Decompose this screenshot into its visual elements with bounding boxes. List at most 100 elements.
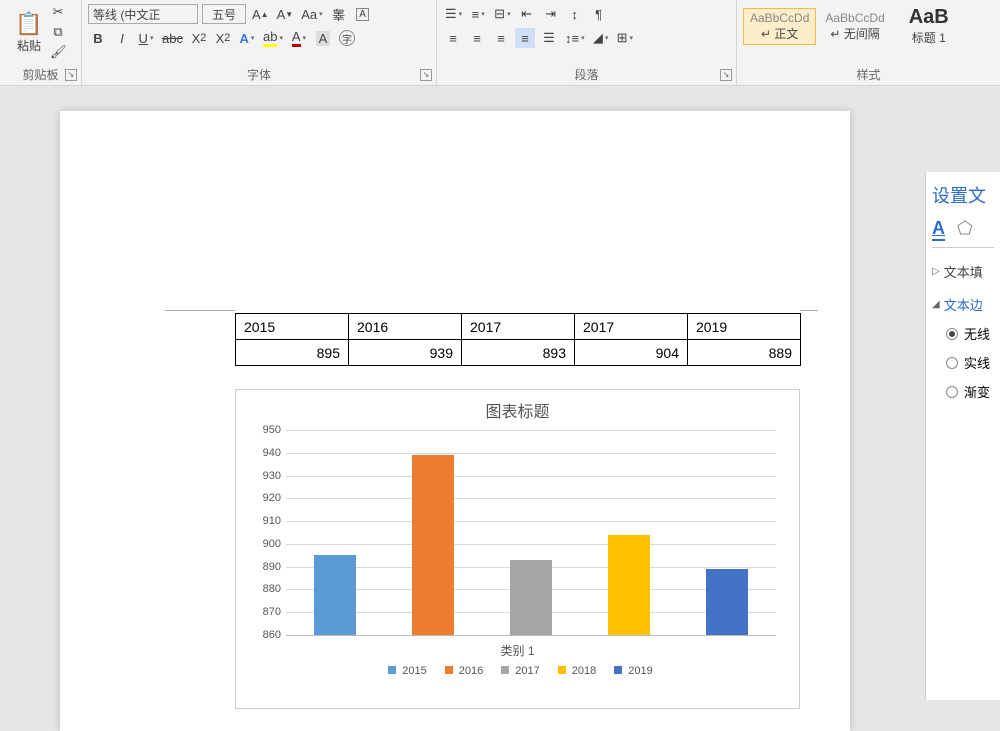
table-cell[interactable]: 2017 <box>575 314 688 340</box>
section-text-fill[interactable]: ▷文本填 <box>932 262 994 281</box>
legend-item[interactable]: 2019 <box>608 665 652 677</box>
line-spacing-button[interactable]: ↕≡▾ <box>563 28 587 48</box>
chart-title[interactable]: 图表标题 <box>236 398 799 422</box>
section-text-outline[interactable]: ◢文本边 <box>932 295 994 314</box>
paragraph-launcher[interactable]: ↘ <box>720 69 732 81</box>
subscript-button[interactable]: X2 <box>189 28 209 48</box>
style-nospacing[interactable]: AaBbCcDd ↵ 无间隔 <box>818 8 891 45</box>
show-marks-button[interactable]: ¶ <box>589 4 609 24</box>
clipboard-launcher[interactable]: ↘ <box>65 69 77 81</box>
copy-icon: ⧉ <box>53 24 62 40</box>
enclose-char-button[interactable]: 字 <box>337 28 357 48</box>
table-cell[interactable]: 2015 <box>236 314 349 340</box>
y-tick-label: 870 <box>241 606 281 618</box>
style-normal[interactable]: AaBbCcDd ↵ 正文 <box>743 8 816 45</box>
char-shading-button[interactable]: A <box>313 28 333 48</box>
shading-button[interactable]: ◢▾ <box>591 28 611 48</box>
chart-bar[interactable] <box>510 560 552 635</box>
pentagon-icon: ⬠ <box>957 218 973 238</box>
grow-font-button[interactable]: A▲ <box>250 4 271 24</box>
superscript-button[interactable]: X2 <box>213 28 233 48</box>
decrease-indent-button[interactable]: ⇤ <box>517 4 537 24</box>
legend-item[interactable]: 2018 <box>552 665 596 677</box>
option-gradient-line[interactable]: 渐变 <box>932 382 994 401</box>
group-label: 字体 <box>82 66 436 83</box>
italic-button[interactable]: I <box>112 28 132 48</box>
multilevel-button[interactable]: ⊟▾ <box>492 4 512 24</box>
align-left-button[interactable]: ≡ <box>443 28 463 48</box>
bullets-button[interactable]: ☰▾ <box>443 4 464 24</box>
chart-object[interactable]: 图表标题 860870880890900910920930940950 类别 1… <box>235 389 800 709</box>
table-cell[interactable]: 895 <box>236 340 349 366</box>
legend-item[interactable]: 2015 <box>382 665 426 677</box>
increase-indent-button[interactable]: ⇥ <box>541 4 561 24</box>
align-center-button[interactable]: ≡ <box>467 28 487 48</box>
table-cell[interactable]: 2017 <box>462 314 575 340</box>
format-pane: 设置文 A ⬠ ▷文本填 ◢文本边 无线 实线 渐变 <box>925 172 1000 700</box>
table-cell[interactable]: 904 <box>575 340 688 366</box>
font-family-combo[interactable]: 等线 (中文正 <box>88 4 198 24</box>
tab-effects[interactable]: ⬠ <box>957 218 973 241</box>
table-cell[interactable]: 893 <box>462 340 575 366</box>
font-color-button[interactable]: A▾ <box>289 28 309 48</box>
y-tick-label: 930 <box>241 470 281 482</box>
numbering-button[interactable]: ≡▾ <box>468 4 488 24</box>
paste-button[interactable]: 📋 粘贴 <box>6 2 52 62</box>
workspace: 2015 2016 2017 2017 2019 895 939 893 904… <box>0 86 1000 700</box>
text-effects-button[interactable]: A▾ <box>237 28 257 48</box>
triangle-down-icon: ◢ <box>932 299 940 310</box>
copy-button[interactable]: ⧉ <box>48 22 68 42</box>
document-page[interactable]: 2015 2016 2017 2017 2019 895 939 893 904… <box>60 111 850 731</box>
underline-button[interactable]: U▾ <box>136 28 156 48</box>
chart-plot-area[interactable]: 860870880890900910920930940950 <box>286 430 776 635</box>
chart-bar[interactable] <box>412 455 454 635</box>
group-paragraph: ☰▾ ≡▾ ⊟▾ ⇤ ⇥ ↕ ¶ ≡ ≡ ≡ ≡ ☰ ↕≡▾ ◢▾ ⊞▾ 段落 … <box>437 0 737 85</box>
sort-button[interactable]: ↕ <box>565 4 585 24</box>
scissors-icon: ✂ <box>53 4 64 20</box>
font-size-combo[interactable]: 五号 <box>202 4 246 24</box>
phonetic-guide-button[interactable]: 睾 <box>329 4 349 24</box>
highlight-button[interactable]: ab▾ <box>261 28 285 48</box>
option-no-line[interactable]: 无线 <box>932 324 994 343</box>
chart-bar[interactable] <box>608 535 650 635</box>
font-launcher[interactable]: ↘ <box>420 69 432 81</box>
table-cell[interactable]: 2019 <box>688 314 801 340</box>
clipboard-side: ✂ ⧉ 🖌 <box>48 2 81 62</box>
align-justify-button[interactable]: ≡ <box>515 28 535 48</box>
table-cell[interactable]: 889 <box>688 340 801 366</box>
tab-text-options[interactable]: A <box>932 218 945 241</box>
format-painter-button[interactable]: 🖌 <box>48 42 69 62</box>
table-cell[interactable]: 2016 <box>349 314 462 340</box>
change-case-button[interactable]: Aa▾ <box>299 4 324 24</box>
cut-button[interactable]: ✂ <box>48 2 68 22</box>
strike-button[interactable]: abc <box>160 28 185 48</box>
paste-label: 粘贴 <box>17 37 41 54</box>
shrink-font-button[interactable]: A▼ <box>275 4 296 24</box>
x-axis-label[interactable]: 类别 1 <box>236 642 799 659</box>
chart-bar[interactable] <box>706 569 748 635</box>
y-tick-label: 920 <box>241 492 281 504</box>
borders-button[interactable]: ⊞▾ <box>615 28 635 48</box>
chart-bar[interactable] <box>314 555 356 635</box>
table-cell[interactable]: 939 <box>349 340 462 366</box>
chart-legend[interactable]: 2015 2016 2017 2018 2019 <box>236 665 799 677</box>
data-table[interactable]: 2015 2016 2017 2017 2019 895 939 893 904… <box>235 313 801 366</box>
table-row: 2015 2016 2017 2017 2019 <box>236 314 801 340</box>
triangle-right-icon: ▷ <box>932 266 940 277</box>
group-font: 等线 (中文正 五号 A▲ A▼ Aa▾ 睾 A B I U▾ abc X2 X… <box>82 0 437 85</box>
distribute-button[interactable]: ☰ <box>539 28 559 48</box>
legend-item[interactable]: 2017 <box>495 665 539 677</box>
margin-mark-right <box>800 310 818 311</box>
paint-bucket-icon: ◢ <box>593 30 603 46</box>
pane-tabs: A ⬠ <box>932 218 994 248</box>
group-label: 段落 <box>437 66 736 83</box>
clear-format-button[interactable]: A <box>353 4 373 24</box>
bold-button[interactable]: B <box>88 28 108 48</box>
style-heading1[interactable]: AaB 标题 1 <box>894 3 964 49</box>
y-tick-label: 940 <box>241 447 281 459</box>
option-solid-line[interactable]: 实线 <box>932 353 994 372</box>
align-right-button[interactable]: ≡ <box>491 28 511 48</box>
legend-item[interactable]: 2016 <box>439 665 483 677</box>
y-tick-label: 910 <box>241 515 281 527</box>
y-tick-label: 950 <box>241 424 281 436</box>
